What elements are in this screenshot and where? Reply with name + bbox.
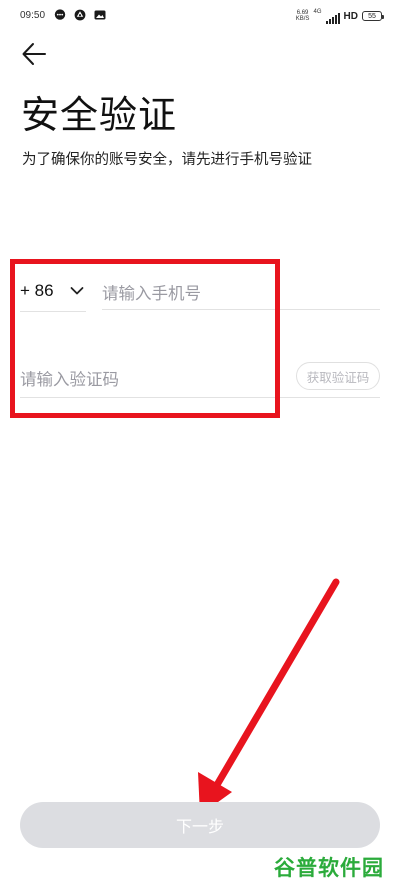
status-indicators: 6.69 KB/S 4G HD 55 xyxy=(295,9,384,24)
page-title: 安全验证 xyxy=(21,93,178,137)
app-icon xyxy=(74,9,86,21)
code-input-underline xyxy=(20,397,380,398)
battery-icon: 55 xyxy=(362,11,384,21)
arrow-left-icon xyxy=(22,43,46,65)
signal-strength-icon xyxy=(325,11,340,24)
svg-text:谷普软件园: 谷普软件园 xyxy=(274,856,384,880)
page-subtitle: 为了确保你的账号安全，请先进行手机号验证 xyxy=(22,152,312,168)
country-code-value: + 86 xyxy=(20,281,54,300)
next-step-button[interactable]: 下一步 xyxy=(20,802,380,848)
get-code-button[interactable]: 获取验证码 xyxy=(296,362,380,390)
status-time: 09:50 xyxy=(20,10,46,21)
phone-number-input[interactable] xyxy=(102,277,380,310)
hd-indicator: HD xyxy=(343,10,358,22)
status-bar: 09:50 6.69 KB/S 4G HD 55 xyxy=(0,0,400,34)
message-bubble-icon xyxy=(54,9,66,21)
verification-code-input[interactable] xyxy=(20,362,290,396)
country-code-selector[interactable]: + 86 xyxy=(20,275,86,312)
chevron-down-icon xyxy=(70,286,84,296)
network-type: 4G xyxy=(313,9,322,15)
network-speed: 6.69 KB/S xyxy=(295,10,310,22)
image-icon xyxy=(94,9,106,21)
watermark-logo: 谷普软件园 xyxy=(272,850,394,882)
back-button[interactable] xyxy=(20,40,48,68)
